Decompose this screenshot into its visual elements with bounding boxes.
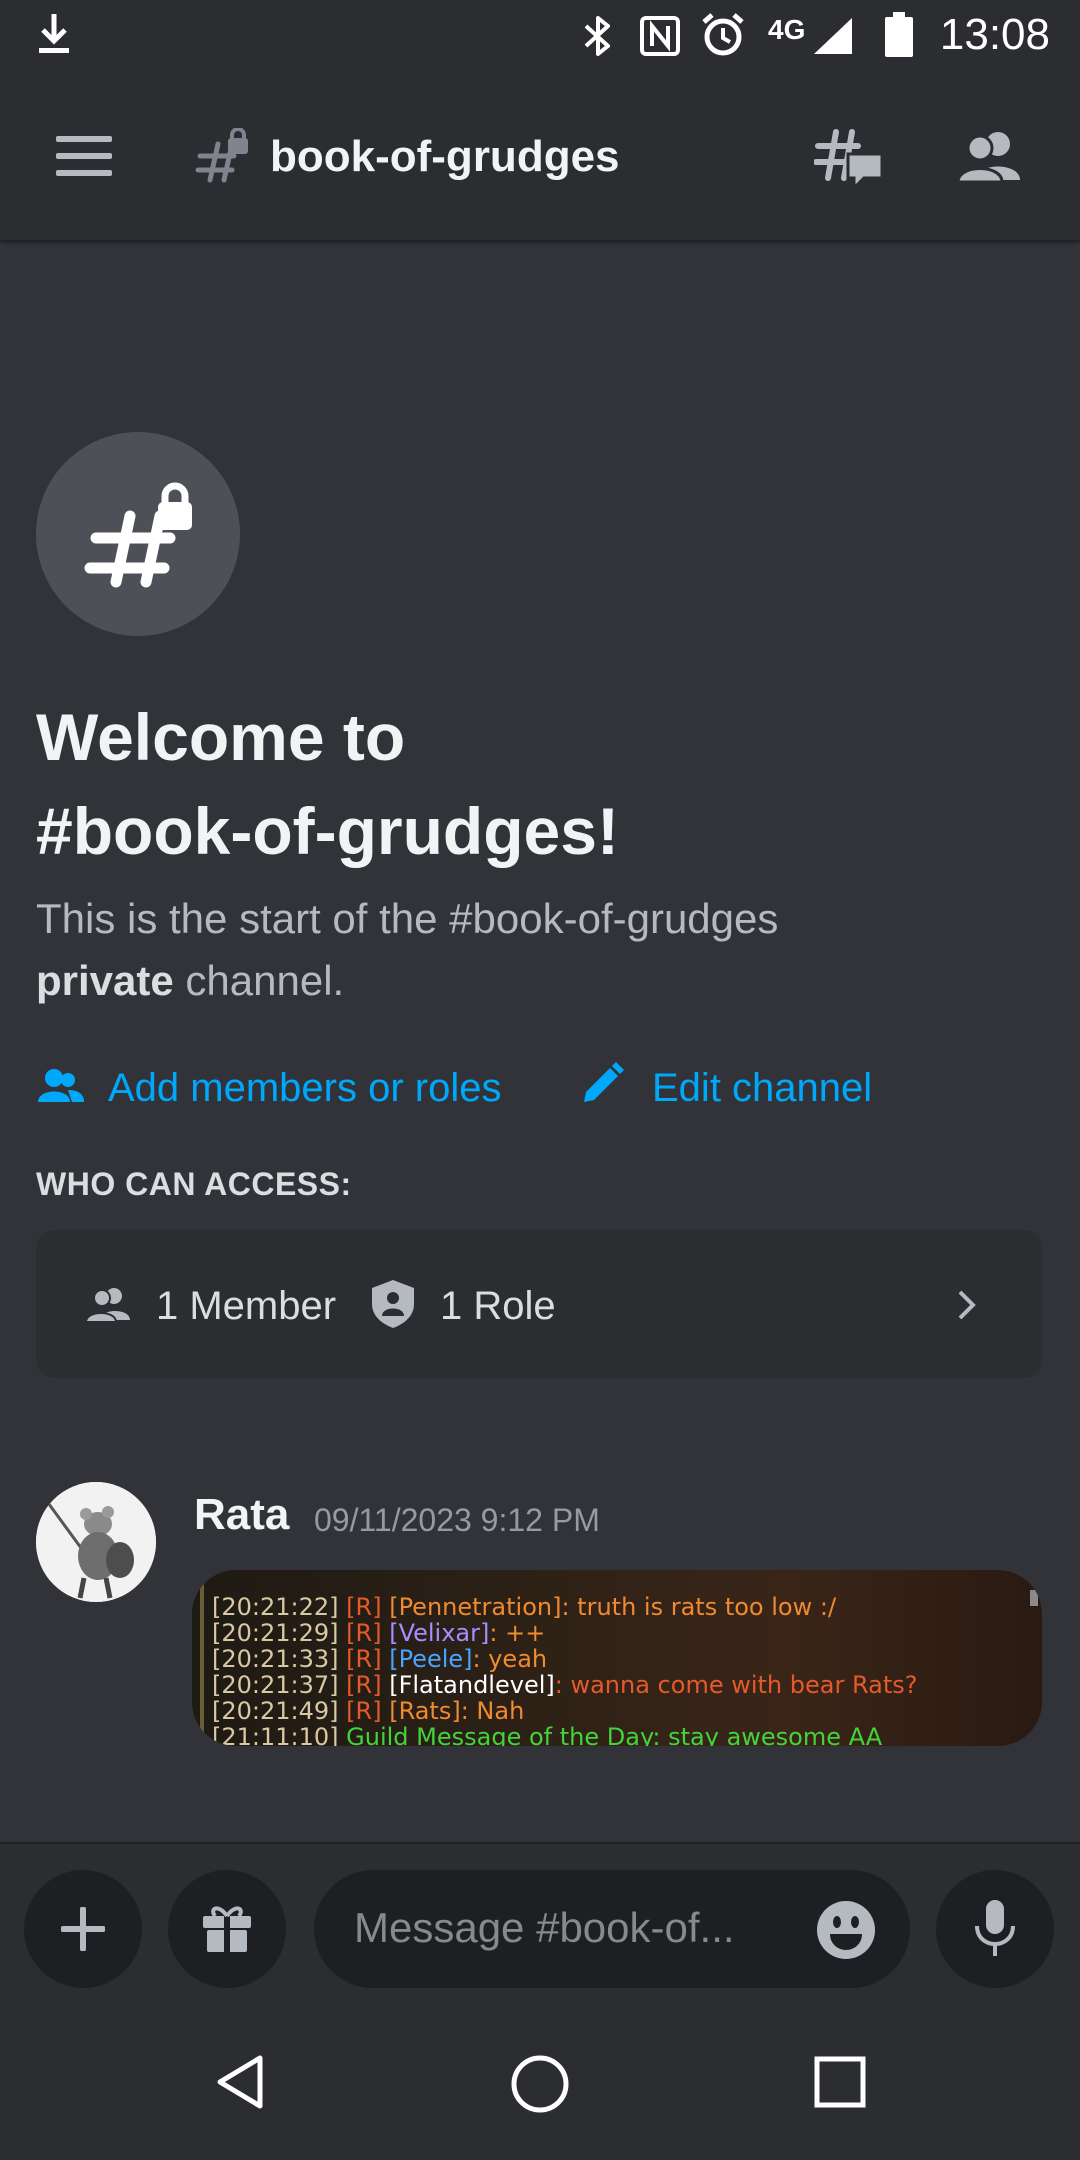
signal-icon	[814, 18, 852, 54]
welcome-heading: Welcome to #book-of-grudges!	[36, 690, 1036, 878]
threads-icon[interactable]	[814, 124, 886, 190]
members-icon	[86, 1288, 130, 1323]
chat-log-line: [20:21:37] [R] [Flatandlevel]: wanna com…	[212, 1671, 918, 1699]
member-count: 1 Member	[156, 1284, 337, 1328]
channel-header: book-of-grudges	[0, 72, 1080, 240]
gift-icon	[203, 1906, 251, 1952]
battery-icon	[885, 12, 913, 57]
system-navigation-bar	[0, 1994, 1080, 2160]
message-author[interactable]: Rata	[194, 1490, 289, 1540]
message-composer: Message #book-of...	[0, 1842, 1080, 1994]
nfc-icon	[640, 16, 680, 56]
description-line-1: This is the start of the #book-of-grudge…	[36, 895, 779, 942]
microphone-icon	[975, 1900, 1015, 1956]
locked-channel-icon	[84, 482, 192, 588]
status-bar: 4G 13:08	[0, 0, 1080, 72]
welcome-line-1: Welcome to	[36, 700, 406, 774]
chat-log-line: [21:11:10] Guild Message of the Day: sta…	[212, 1723, 883, 1746]
access-summary-card[interactable]: 1 Member 1 Role	[36, 1230, 1042, 1378]
alarm-icon	[702, 13, 744, 56]
channel-description: This is the start of the #book-of-grudge…	[36, 888, 1036, 1012]
add-attachment-button[interactable]	[24, 1870, 142, 1988]
chat-log-line: [20:21:29] [R] [Velixar]: ++	[212, 1619, 546, 1647]
network-type: 4G	[768, 14, 806, 45]
welcome-line-2: #book-of-grudges!	[36, 794, 619, 868]
add-members-button[interactable]: Add members or roles	[36, 1060, 536, 1120]
channel-title: book-of-grudges	[270, 132, 620, 181]
home-icon[interactable]	[510, 2054, 570, 2114]
message-input-placeholder: Message #book-of...	[354, 1904, 735, 1951]
recents-icon[interactable]	[814, 2056, 866, 2108]
message-timestamp: 09/11/2023 9:12 PM	[314, 1502, 600, 1538]
plus-icon	[61, 1907, 105, 1951]
avatar[interactable]	[36, 1482, 156, 1602]
emoji-icon[interactable]	[816, 1900, 876, 1960]
chat-log-line: [20:21:49] [R] [Rats]: Nah	[212, 1697, 525, 1725]
bluetooth-icon	[584, 16, 610, 56]
add-member-icon	[38, 1069, 84, 1102]
back-icon[interactable]	[214, 2054, 266, 2110]
clock: 13:08	[939, 10, 1050, 59]
pencil-icon	[584, 1062, 624, 1102]
who-can-access-label: WHO CAN ACCESS:	[36, 1166, 352, 1202]
edit-channel-button[interactable]: Edit channel	[578, 1060, 918, 1120]
add-members-label: Add members or roles	[108, 1066, 502, 1110]
voice-message-button[interactable]	[936, 1870, 1054, 1988]
menu-icon[interactable]	[56, 136, 112, 176]
description-end: channel.	[173, 957, 345, 1004]
chat-log-line: [20:21:33] [R] [Peele]: yeah	[212, 1645, 548, 1673]
edit-channel-label: Edit channel	[652, 1066, 873, 1110]
rat-knight-avatar-icon	[36, 1482, 156, 1602]
channel-intro-icon-circle	[36, 432, 240, 636]
download-icon	[39, 14, 69, 53]
chevron-right-icon	[958, 1290, 976, 1320]
chat-log-frame	[200, 1584, 204, 1734]
description-line-2: private channel.	[36, 950, 1036, 1012]
private-label: private	[36, 957, 174, 1004]
members-icon[interactable]	[956, 128, 1024, 184]
locked-channel-icon	[195, 128, 248, 183]
message-image-attachment[interactable]: [20:21:22] [R] [Pennetration]: truth is …	[192, 1570, 1042, 1746]
role-shield-icon	[372, 1280, 414, 1328]
chat-log-line: [20:21:22] [R] [Pennetration]: truth is …	[212, 1593, 837, 1621]
role-count: 1 Role	[440, 1284, 556, 1328]
message-input[interactable]: Message #book-of...	[314, 1870, 910, 1988]
gift-button[interactable]	[168, 1870, 286, 1988]
